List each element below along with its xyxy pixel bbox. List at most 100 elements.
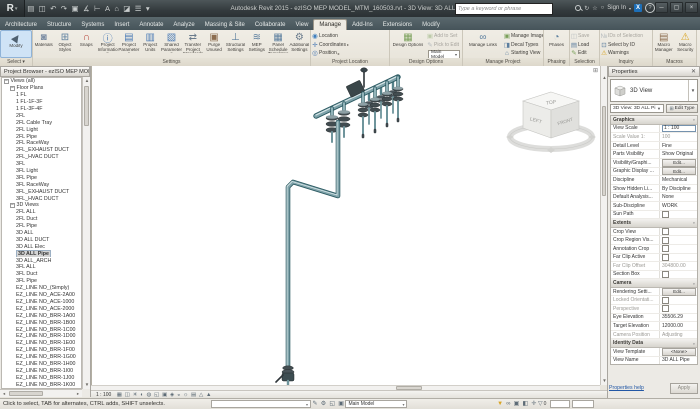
tree-item-2fl-exhaust-duct[interactable]: 2FL_EXHAUST DUCT: [2, 147, 81, 154]
pick-to-edit-button[interactable]: ✎Pick to Edit: [426, 41, 462, 50]
navigation-bar-icon[interactable]: ⊞: [592, 68, 599, 75]
edit-type-button[interactable]: ⊞ Edit Type: [666, 104, 698, 113]
edit-button[interactable]: Edit...: [662, 288, 696, 296]
phases-button[interactable]: ◔Phases: [544, 30, 569, 58]
property-value[interactable]: 35506.29: [660, 314, 697, 320]
temporary-view-properties-icon[interactable]: ▤: [191, 392, 196, 398]
manage-links-button[interactable]: ∞Manage Links: [463, 30, 503, 58]
tab-extensions[interactable]: Extensions: [378, 20, 417, 30]
view-scale-button[interactable]: 1 : 100: [96, 392, 111, 398]
materials-button[interactable]: ◙Materials: [33, 30, 54, 58]
chevron-down-icon[interactable]: ▾: [629, 6, 631, 11]
tree-item-ez-line-no-brr-1j00[interactable]: EZ_LINE NO_BRR-1J00: [2, 374, 81, 381]
scroll-down-icon[interactable]: ▼: [83, 381, 91, 389]
section-header-identity-data[interactable]: Identity Data¤: [611, 339, 697, 348]
print-icon[interactable]: ▣: [71, 5, 78, 12]
save-icon[interactable]: ◫: [39, 5, 46, 12]
scrollbar-thumb[interactable]: [84, 86, 89, 126]
value-editor[interactable]: 1 : 100: [662, 125, 696, 133]
scroll-up-icon[interactable]: ▲: [83, 77, 91, 85]
canvas-vertical-scrollbar[interactable]: ▲ ▼: [600, 66, 607, 385]
redo-icon[interactable]: ↷: [61, 5, 67, 12]
viewcube[interactable]: TOP LEFT FRONT: [523, 92, 579, 138]
aligned-dimension-icon[interactable]: ⊢: [94, 5, 101, 12]
type-selector[interactable]: 3D View ▼: [610, 79, 698, 102]
location-button[interactable]: ◉Location: [311, 32, 389, 41]
structural-settings-button[interactable]: ⊥Structural Settings: [225, 30, 246, 58]
section-icon[interactable]: ◪: [123, 5, 130, 12]
tree-item-3d-views[interactable]: −3D Views: [2, 202, 81, 209]
tree-item-3fl[interactable]: 3FL: [2, 161, 81, 168]
editable-only-toggle-icon[interactable]: ◱: [329, 401, 335, 408]
infocenter-search-input[interactable]: Type a keyword or phrase: [455, 3, 553, 15]
warnings-button[interactable]: ⚠Warnings: [600, 49, 652, 58]
tree-item-3d-all-arch[interactable]: 3D ALL_ARCH: [2, 257, 81, 264]
load-button[interactable]: ▤Load: [570, 41, 599, 50]
tab-manage[interactable]: Manage: [313, 19, 347, 30]
project-information-button[interactable]: ⓘProject Information: [97, 30, 118, 58]
property-value[interactable]: Show Original: [660, 151, 697, 157]
position-button[interactable]: ◎Position▸: [311, 49, 389, 58]
crop-view-icon[interactable]: ◱: [154, 392, 159, 398]
workset-status-icon[interactable]: ▣: [514, 401, 520, 408]
scrollbar-thumb[interactable]: [9, 391, 43, 396]
scroll-left-icon[interactable]: ◂: [0, 390, 8, 398]
additional-settings-button[interactable]: ⚙Additional Settings: [289, 30, 310, 58]
application-menu-button[interactable]: R▾: [0, 0, 25, 17]
tree-item-ez-line-no-ace-2000[interactable]: EZ_LINE NO_ACE-2000: [2, 305, 81, 312]
open-icon[interactable]: ▤: [27, 5, 34, 12]
section-header-extents[interactable]: Extents¤: [611, 219, 697, 228]
tree-item-3fl-pipe[interactable]: 3FL Pipe: [2, 278, 81, 285]
gray-inactive-toggle-icon[interactable]: ▣: [338, 401, 344, 408]
panel-label[interactable]: Select ▾: [0, 58, 32, 66]
communication-center-icon[interactable]: ↻: [584, 5, 589, 12]
property-value[interactable]: WORK: [660, 203, 697, 209]
favorites-icon[interactable]: ☆: [592, 5, 597, 12]
tree-item-ez-line-no-brr-1f00[interactable]: EZ_LINE NO_BRR-1F00: [2, 347, 81, 354]
save-button[interactable]: ◫Save: [570, 32, 599, 41]
tree-item-1-fl-1f-3f[interactable]: 1 FL-1F-3F: [2, 99, 81, 106]
decal-types-button[interactable]: ◨Decal Types: [503, 41, 543, 50]
tree-item-3fl-light[interactable]: 3FL Light: [2, 168, 81, 175]
show-crop-region-icon[interactable]: ▣: [162, 392, 167, 398]
tab-architecture[interactable]: Architecture: [0, 20, 42, 30]
undo-icon[interactable]: ↶: [50, 5, 56, 12]
tab-add-ins[interactable]: Add-Ins: [347, 20, 378, 30]
text-icon[interactable]: A: [105, 5, 110, 12]
section-header-graphics[interactable]: Graphics¤: [611, 116, 697, 125]
section-collapse-icon[interactable]: ¤: [693, 220, 695, 225]
tree-item-2fl[interactable]: 2FL: [2, 112, 81, 119]
tree-item-ez-line-no-brr-1e00[interactable]: EZ_LINE NO_BRR-1E00: [2, 340, 81, 347]
tab-structure[interactable]: Structure: [42, 20, 76, 30]
tab-view[interactable]: View: [291, 20, 314, 30]
section-collapse-icon[interactable]: ¤: [693, 281, 695, 286]
tab-annotate[interactable]: Annotate: [134, 20, 168, 30]
thin-lines-icon[interactable]: ☰: [135, 5, 142, 12]
coordinates-button[interactable]: ✛Coordinates▸: [311, 41, 389, 50]
property-value[interactable]: None: [660, 194, 697, 200]
tab-collaborate[interactable]: Collaborate: [250, 20, 291, 30]
manage-images-button[interactable]: ▣Manage Images: [503, 32, 543, 41]
property-value[interactable]: Mechanical: [660, 177, 697, 183]
project-browser-header[interactable]: Project Browser - ezISO MEP MODEL_... ✕: [0, 66, 90, 77]
section-collapse-icon[interactable]: ¤: [693, 341, 695, 346]
shadows-icon[interactable]: ◐: [140, 392, 143, 398]
tree-item-2fl-duct[interactable]: 2FL Duct: [2, 216, 81, 223]
search-icon[interactable]: [575, 5, 581, 11]
properties-header[interactable]: Properties ✕: [608, 66, 700, 77]
checkbox[interactable]: [662, 271, 669, 278]
tree-item-2fl-raceway[interactable]: 2FL RaceWay: [2, 140, 81, 147]
checkbox[interactable]: [662, 228, 669, 235]
tree-item-3d-all-elec[interactable]: 3D ALL Elec: [2, 243, 81, 250]
tab-modify[interactable]: Modify: [417, 20, 445, 30]
tree-item-3fl-all[interactable]: 3FL ALL: [2, 264, 81, 271]
tree-item-2fl-all[interactable]: 2FL ALL: [2, 209, 81, 216]
tree-item-ez-line-no-brr-1k00[interactable]: EZ_LINE NO_BRR-1K00: [2, 381, 81, 388]
design-options-button[interactable]: ▦Design Options: [390, 30, 426, 58]
macro-security-button[interactable]: ⚠Macro Security: [675, 30, 697, 58]
scrollbar-thumb[interactable]: [602, 106, 606, 196]
tree-item-2fl-hvac-duct[interactable]: 2FL_HVAC DUCT: [2, 154, 81, 161]
browser-horizontal-scrollbar[interactable]: ◂ ▸: [0, 389, 82, 397]
macro-manager-button[interactable]: ▤Macro Manager: [653, 30, 675, 58]
tab-systems[interactable]: Systems: [76, 20, 109, 30]
